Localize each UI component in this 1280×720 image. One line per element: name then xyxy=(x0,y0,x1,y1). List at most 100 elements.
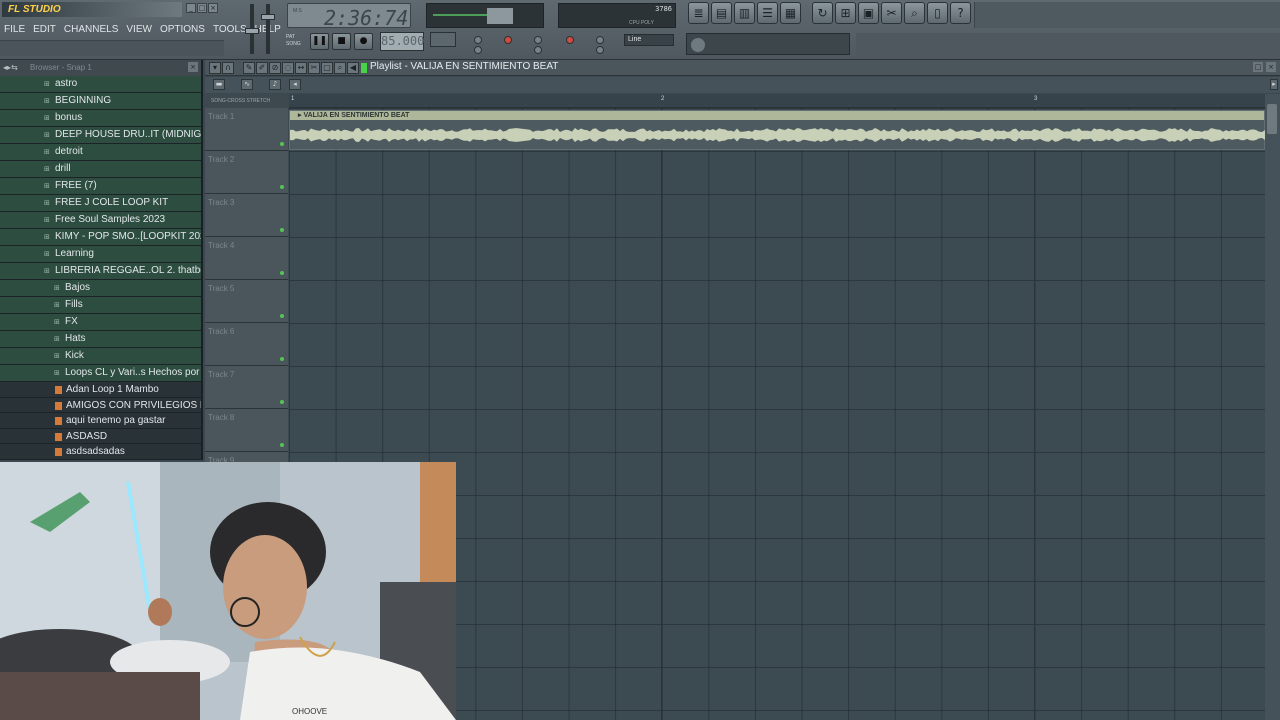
browser-folder[interactable]: ⊞ FREE (7) xyxy=(0,178,201,195)
track-active-led[interactable] xyxy=(280,443,284,447)
browser-file[interactable]: AMIGOS CON PRIVILEGIOS BEAT xyxy=(0,397,201,413)
browser-folder[interactable]: ⊞ DEEP HOUSE DRU..IT (MIDNIGHT) xyxy=(0,127,201,144)
browser-folder[interactable]: ⊞ Free Soul Samples 2023 xyxy=(0,212,201,229)
cut-icon[interactable]: ✂ xyxy=(881,2,902,24)
playlist-title[interactable]: Playlist - VALIJA EN SENTIMIENTO BEAT xyxy=(370,61,558,72)
save-icon[interactable]: ▣ xyxy=(858,2,879,24)
browser-file[interactable]: Adan Loop 1 Mambo xyxy=(0,382,201,398)
channel-rack-icon[interactable]: ▥ xyxy=(734,2,755,24)
track-active-led[interactable] xyxy=(280,185,284,189)
picker-icon[interactable]: ▬ xyxy=(213,79,225,90)
multilink-icon[interactable] xyxy=(596,46,604,54)
browser-folder[interactable]: ⊞ Bajos xyxy=(0,280,201,297)
track-header[interactable]: Track 2 xyxy=(205,151,288,194)
minimize-icon[interactable]: _ xyxy=(186,3,196,13)
maximize-icon[interactable]: □ xyxy=(197,3,207,13)
step-edit-icon[interactable] xyxy=(534,36,542,44)
browser-folder[interactable]: ⊞ astro xyxy=(0,76,201,93)
scroll-left-icon[interactable]: ◂ xyxy=(289,79,301,90)
magnet-icon[interactable]: ∩ xyxy=(222,62,234,74)
zoom-tool-icon[interactable]: ⌕ xyxy=(334,62,346,74)
scroll-thumb[interactable] xyxy=(1267,104,1277,134)
countdown-icon[interactable] xyxy=(566,36,574,44)
record-mode-icon[interactable] xyxy=(504,36,512,44)
playlist-close-icon[interactable]: × xyxy=(1266,62,1276,72)
slip-tool-icon[interactable]: ↔ xyxy=(295,62,307,74)
browser-file[interactable]: aqui tenemo pa gastar xyxy=(0,413,201,429)
menu-file[interactable]: FILE xyxy=(0,22,29,38)
pattern-selector[interactable] xyxy=(430,32,456,47)
browser-folder[interactable]: ⊞ LIBRERIA REGGAE..OL 2. thatboyr xyxy=(0,263,201,280)
browser-close-icon[interactable]: × xyxy=(188,62,198,72)
snap-selector[interactable]: Line xyxy=(624,34,674,46)
wait-icon[interactable] xyxy=(474,46,482,54)
track-header[interactable]: Track 5 xyxy=(205,280,288,323)
playlist-options[interactable]: SONG-CROSS STRETCH xyxy=(205,94,289,108)
mute-tool-icon[interactable]: ◌ xyxy=(282,62,294,74)
track-active-led[interactable] xyxy=(280,400,284,404)
track-header[interactable]: Track 8 xyxy=(205,409,288,452)
menu-options[interactable]: OPTIONS xyxy=(156,22,209,38)
playback-tool-icon[interactable]: ◀ xyxy=(347,62,359,74)
master-volume-slider[interactable] xyxy=(245,4,259,54)
track-active-led[interactable] xyxy=(280,228,284,232)
menu-edit[interactable]: EDIT xyxy=(29,22,60,38)
menu-view[interactable]: VIEW xyxy=(122,22,156,38)
plugin-icon[interactable]: ⊞ xyxy=(835,2,856,24)
vertical-scrollbar[interactable] xyxy=(1265,94,1280,720)
browser-folder[interactable]: ⊞ FREE J COLE LOOP KIT xyxy=(0,195,201,212)
track-header[interactable]: Track 7 xyxy=(205,366,288,409)
zoom-icon[interactable]: ⌕ xyxy=(904,2,925,24)
loop-record-icon[interactable] xyxy=(534,46,542,54)
record-icon[interactable]: ● xyxy=(354,33,373,50)
browser-folder[interactable]: ⊞ drill xyxy=(0,161,201,178)
browser-file[interactable]: asdsadsadas xyxy=(0,444,201,460)
browser-icon[interactable]: ▦ xyxy=(780,2,801,24)
browser-options-icon[interactable]: ◂▸⇆ xyxy=(3,63,18,72)
browser-folder[interactable]: ⊞ Kick xyxy=(0,348,201,365)
mixer-icon[interactable]: ☰ xyxy=(757,2,778,24)
document-icon[interactable]: ▯ xyxy=(927,2,948,24)
stop-icon[interactable]: ■ xyxy=(332,33,351,50)
paint-tool-icon[interactable]: ✐ xyxy=(256,62,268,74)
browser-folder[interactable]: ⊞ Hats xyxy=(0,331,201,348)
close-icon[interactable]: × xyxy=(208,3,218,13)
tempo-display[interactable]: 85.000 xyxy=(380,32,424,51)
browser-folder[interactable]: ⊞ bonus xyxy=(0,110,201,127)
browser-folder[interactable]: ⊞ BEGINNING xyxy=(0,93,201,110)
browser-folder[interactable]: ⊞ FX xyxy=(0,314,201,331)
master-pitch-slider[interactable] xyxy=(261,4,275,54)
track-header[interactable]: Track 3 xyxy=(205,194,288,237)
refresh-icon[interactable]: ↻ xyxy=(812,2,833,24)
blend-notes-icon[interactable] xyxy=(596,36,604,44)
piano-roll-icon[interactable]: ▤ xyxy=(711,2,732,24)
scroll-right-icon[interactable]: ▸ xyxy=(1270,79,1278,90)
playlist-maximize-icon[interactable]: □ xyxy=(1253,62,1263,72)
browser-folder[interactable]: ⊞ Loops CL y Vari..s Hechos por R xyxy=(0,365,201,382)
audio-clip[interactable]: ▸ VALIJA EN SENTIMIENTO BEAT xyxy=(289,110,1265,150)
browser-folder[interactable]: ⊞ KIMY - POP SMO..[LOOPKIT 2021] xyxy=(0,229,201,246)
menu-channels[interactable]: CHANNELS xyxy=(60,22,122,38)
note-icon[interactable]: ♪ xyxy=(269,79,281,90)
track-header[interactable]: Track 1 xyxy=(205,108,288,151)
metronome-icon[interactable] xyxy=(474,36,482,44)
browser-folder[interactable]: ⊞ Fills xyxy=(0,297,201,314)
track-active-led[interactable] xyxy=(280,142,284,146)
slice-tool-icon[interactable]: ✂ xyxy=(308,62,320,74)
time-display[interactable]: M:S 2:36:74 xyxy=(287,3,411,30)
playlist-icon[interactable]: ≣ xyxy=(688,2,709,24)
delete-tool-icon[interactable]: ⊘ xyxy=(269,62,281,74)
browser-folder[interactable]: ⊞ Learning xyxy=(0,246,201,263)
timeline-ruler[interactable]: 1 2 3 xyxy=(289,94,1265,108)
track-active-led[interactable] xyxy=(280,314,284,318)
track-header[interactable]: Track 4 xyxy=(205,237,288,280)
pause-icon[interactable]: ❚❚ xyxy=(310,33,329,50)
browser-folder[interactable]: ⊞ detroit xyxy=(0,144,201,161)
select-tool-icon[interactable]: ▢ xyxy=(321,62,333,74)
pattern-clip-icon[interactable]: ∿ xyxy=(241,79,253,90)
draw-tool-icon[interactable]: ✎ xyxy=(243,62,255,74)
track-active-led[interactable] xyxy=(280,357,284,361)
playlist-menu-icon[interactable]: ▾ xyxy=(209,62,221,74)
pat-song-toggle[interactable]: PAT SONG xyxy=(286,34,301,48)
track-header[interactable]: Track 6 xyxy=(205,323,288,366)
